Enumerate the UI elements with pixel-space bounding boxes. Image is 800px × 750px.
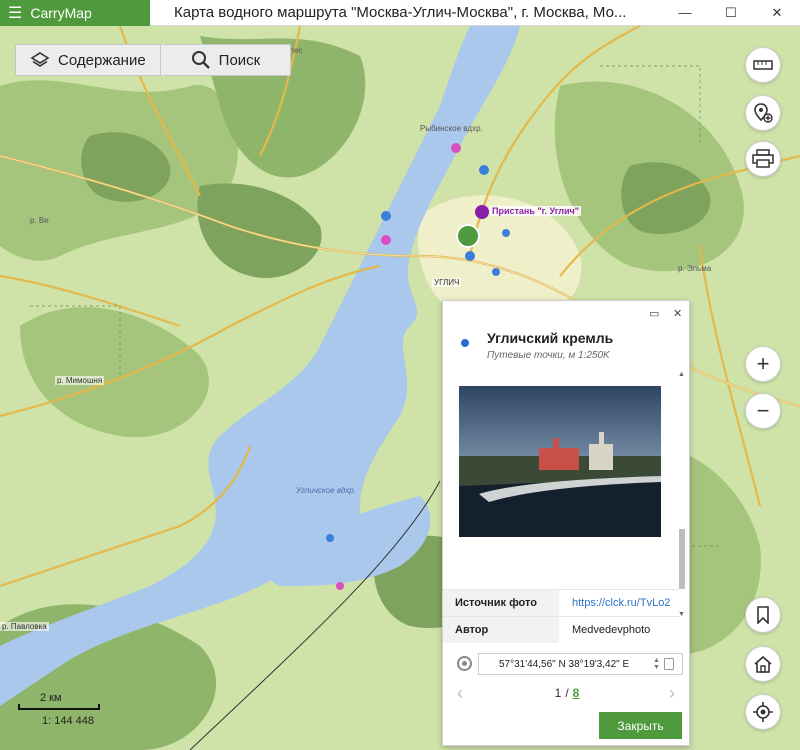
attribute-key: Источник фото: [443, 590, 559, 616]
panel-title: Угличский кремль: [487, 330, 614, 346]
scroll-up-icon[interactable]: ▲: [678, 371, 685, 378]
map-label-pavlovka: р. Павловка: [0, 622, 49, 631]
minimize-button[interactable]: —: [662, 0, 708, 26]
page-current: 1: [554, 686, 562, 700]
feature-pager: ‹ 1 / 8 ›: [443, 681, 691, 705]
add-point-icon: [754, 103, 773, 123]
copy-icon[interactable]: [664, 658, 674, 670]
map-label-town: УГЛИЧ: [432, 278, 462, 287]
app-menu-button[interactable]: ☰ CarryMap: [0, 0, 150, 26]
attribute-key: Автор: [443, 617, 559, 643]
feature-info-panel: ▭ ✕ Угличский кремль Путевые точки, м 1:…: [442, 300, 690, 746]
kremlin-photo: [459, 386, 661, 537]
search-label: Поиск: [218, 51, 261, 69]
printer-icon: [752, 149, 774, 168]
attribute-row-photo-source: Источник фото https://clck.ru/TvLo2: [443, 589, 679, 616]
coordinates-field[interactable]: 57°31'44,56" N 38°19'3,42" E ▲ ▼: [478, 653, 683, 675]
my-location-icon: [753, 702, 773, 722]
bookmarks-button[interactable]: [745, 597, 781, 633]
zoom-in-icon: +: [756, 351, 770, 376]
panel-subtitle: Путевые точки, м 1:250K: [487, 350, 610, 361]
attribute-value: Medvedevphoto: [572, 624, 651, 636]
add-point-button[interactable]: [745, 95, 781, 131]
panel-close-button[interactable]: ✕: [673, 307, 682, 320]
close-button[interactable]: Закрыть: [599, 712, 682, 739]
contents-button[interactable]: Содержание: [16, 45, 160, 75]
coordinates-value: 57°31'44,56" N 38°19'3,42" E: [499, 658, 630, 670]
zoom-in-button[interactable]: +: [745, 346, 781, 382]
maximize-button[interactable]: ☐: [708, 0, 754, 26]
home-icon: [754, 655, 772, 673]
photo-source-link[interactable]: https://clck.ru/TvLo2: [559, 597, 670, 609]
my-location-button[interactable]: [745, 694, 781, 730]
hamburger-icon: ☰: [8, 4, 23, 22]
next-feature-button[interactable]: ›: [669, 683, 675, 704]
map-label-left-river: р. Ве: [30, 216, 49, 225]
layers-icon: [30, 52, 50, 67]
measure-button[interactable]: [745, 47, 781, 83]
previous-feature-button[interactable]: ‹: [457, 683, 463, 704]
title-bar: ☰ CarryMap Карта водного маршрута "Москв…: [0, 0, 800, 26]
attribute-row-author: Автор Medvedevphoto: [443, 616, 679, 643]
contents-label: Содержание: [58, 51, 146, 69]
target-icon[interactable]: [457, 656, 472, 671]
feature-photo[interactable]: [459, 386, 661, 537]
top-toolbar: Содержание Поиск: [15, 44, 292, 76]
scale-ratio: 1: 144 448: [42, 715, 94, 727]
ruler-icon: [753, 60, 773, 70]
app-brand: CarryMap: [30, 4, 92, 21]
page-total-link[interactable]: 8: [573, 686, 580, 700]
home-button[interactable]: [745, 646, 781, 682]
panel-scrollbar[interactable]: ▲ ▼: [678, 371, 686, 631]
map-label-pier[interactable]: Пристань "г. Углич": [490, 206, 582, 216]
waypoint-marker-icon: [461, 339, 469, 347]
scroll-thumb[interactable]: [679, 529, 685, 589]
zoom-out-icon: −: [756, 398, 770, 423]
close-window-button[interactable]: ✕: [754, 0, 800, 26]
scale-bar: [18, 704, 100, 710]
print-button[interactable]: [745, 141, 781, 177]
bookmark-icon: [757, 606, 769, 624]
zoom-out-button[interactable]: −: [745, 393, 781, 429]
map-label-elma: р. Эльма: [678, 264, 712, 273]
map-label-rybinsk-reservoir: Рыбинское вдхр.: [420, 124, 483, 133]
panel-maximize-button[interactable]: ▭: [649, 307, 659, 320]
map-scale: 2 км 1: 144 448: [18, 692, 100, 727]
map-label-mimoshnya: р. Мимошня: [55, 376, 105, 385]
scroll-down-icon[interactable]: ▼: [678, 611, 685, 618]
scale-distance: 2 км: [40, 692, 62, 704]
page-separator: /: [565, 686, 569, 700]
map-label-uglich-reservoir: Угличское вдхр.: [296, 486, 356, 495]
coordinate-format-stepper[interactable]: ▲ ▼: [653, 657, 660, 671]
search-icon: [191, 51, 210, 69]
search-button[interactable]: Поиск: [159, 45, 291, 75]
window-title: Карта водного маршрута "Москва-Углич-Мос…: [174, 4, 627, 21]
